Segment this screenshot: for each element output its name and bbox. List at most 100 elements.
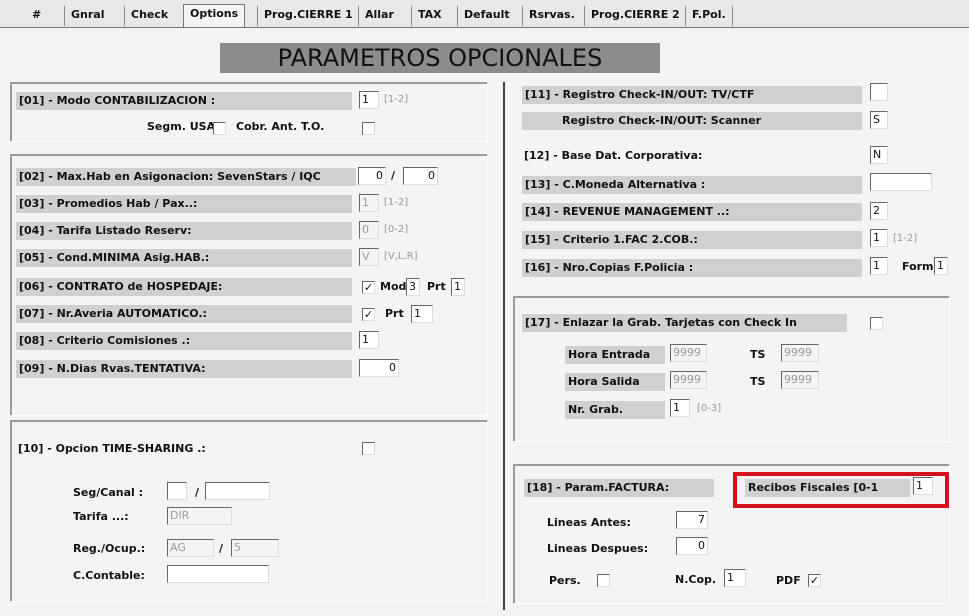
p06-label: [06] - CONTRATO de HOSPEDAJE: [16,278,352,296]
ts2-label: TS [750,375,766,388]
p10-checkbox[interactable] [362,442,375,455]
tab-prog-cierre-1[interactable]: Prog.CIERRE 1 [257,6,359,26]
p17-checkbox[interactable] [870,317,883,330]
ts1-input[interactable]: 9999 [781,344,819,362]
scanner-label: Registro Check-IN/OUT: Scanner [522,112,862,130]
p06-mod-label: Mod [380,280,407,293]
p01-hint: [1-2] [384,94,409,105]
p07-prt-input[interactable]: 1 [411,305,433,323]
ncop-input[interactable]: 1 [724,569,746,587]
p03-hint: [1-2] [384,197,409,208]
p02-separator: / [391,169,396,182]
ccontable-input[interactable] [167,565,269,583]
p13-input[interactable] [870,173,932,191]
ncop-label: N.Cop. [675,573,717,586]
p01-label: [01] - Modo CONTABILIZACION : [16,92,352,110]
p05-label: [05] - Cond.MINIMA Asig.HAB.: [16,249,352,267]
lineas-despues-input[interactable]: 0 [676,537,708,555]
p03-input[interactable]: 1 [359,194,379,212]
segcanal-separator: / [195,486,200,499]
pers-label: Pers. [549,574,581,587]
hora-salida-input[interactable]: 9999 [670,371,707,389]
tarifa-input[interactable]: DIR [167,507,232,525]
p06-mod-input[interactable]: 3 [406,278,420,296]
tab-fpol[interactable]: F.Pol. [685,6,733,26]
highlight-box [733,472,949,508]
p15-hint: [1-2] [893,233,918,244]
page-title: PARAMETROS OPCIONALES [220,43,660,73]
p05-input[interactable]: V [359,248,379,266]
p14-label: [14] - REVENUE MANAGEMENT ..: [522,203,862,221]
hora-entrada-label: Hora Entrada [565,346,665,364]
nrgrab-label: Nr. Grab. [565,401,665,419]
p14-input[interactable]: 2 [870,202,888,220]
hora-entrada-input[interactable]: 9999 [670,344,707,362]
p16-form-input[interactable]: 1 [934,257,948,275]
scanner-input[interactable]: S [870,111,888,129]
hora-salida-label: Hora Salida [565,373,665,391]
lineas-antes-input[interactable]: 7 [676,511,708,529]
p16-label: [16] - Nro.Copias F.Policia : [522,259,862,277]
tab-options[interactable]: Options [183,4,246,28]
p16-form-label: Form [902,260,934,273]
p07-checkbox[interactable]: ✓ [362,308,375,321]
p13-label: [13] - C.Moneda Alternativa : [522,176,862,194]
p15-input[interactable]: 1 [870,229,888,247]
p09-label: [09] - N.Dias Rvas.TENTATIVA: [16,360,352,378]
lineas-despues-label: Lineas Despues: [547,542,649,555]
tab-prog-cierre-2[interactable]: Prog.CIERRE 2 [584,6,686,26]
p02-input-2[interactable]: 0 [403,167,438,185]
segcanal-input-2[interactable] [205,482,270,500]
p07-label: [07] - Nr.Averia AUTOMATICO.: [16,305,352,323]
ts2-input[interactable]: 9999 [781,371,819,389]
lineas-antes-label: Lineas Antes: [547,516,631,529]
p01-input[interactable]: 1 [359,91,379,109]
p05-hint: [V,L,R] [384,251,418,262]
p12-label: [12] - Base Dat. Corporativa: [524,149,703,162]
nrgrab-input[interactable]: 1 [670,399,690,417]
p06-prt-input[interactable]: 1 [451,278,465,296]
p04-input[interactable]: 0 [359,221,379,239]
pers-checkbox[interactable] [597,574,610,587]
p04-label: [04] - Tarifa Listado Reserv: [16,222,352,240]
pdf-checkbox[interactable]: ✓ [808,574,821,587]
segcanal-label: Seg/Canal : [73,486,144,499]
p15-label: [15] - Criterio 1.FAC 2.COB.: [522,231,862,249]
tab-check[interactable]: Check [124,6,174,26]
regocup-input-2[interactable]: 5 [231,539,279,557]
tab-bar: # Gnral Check Options Prog.CIERRE 1 Alla… [0,0,969,28]
regocup-label: Reg./Ocup.: [73,542,146,555]
p16-input[interactable]: 1 [870,257,888,275]
cobr-ant-label: Cobr. Ant. T.O. [236,120,325,133]
p06-checkbox[interactable]: ✓ [362,281,375,294]
p04-hint: [0-2] [384,224,409,235]
tab-tax[interactable]: TAX [411,6,448,26]
segm-usa-label: Segm. USA [147,120,216,133]
p11-input[interactable] [870,83,888,101]
tarifa-label: Tarifa ...: [73,510,129,523]
tab-default[interactable]: Default [457,6,516,26]
tab-hash[interactable]: # [26,6,47,26]
p11-label: [11] - Registro Check-IN/OUT: TV/CTF [522,86,862,104]
segcanal-input-1[interactable] [167,482,187,500]
p07-prt-label: Prt [385,307,404,320]
p09-input[interactable]: 0 [359,359,399,377]
p18-label: [18] - Param.FACTURA: [524,479,714,497]
p10-label: [10] - Opcion TIME-SHARING .: [18,442,206,455]
segm-usa-checkbox[interactable] [213,122,226,135]
p02-input-1[interactable]: 0 [358,167,386,185]
column-divider [503,82,505,610]
p03-label: [03] - Promedios Hab / Pax..: [16,195,352,213]
cobr-ant-checkbox[interactable] [362,122,375,135]
p12-input[interactable]: N [870,146,888,164]
p06-prt-label: Prt [427,280,446,293]
ccontable-label: C.Contable: [73,569,145,582]
regocup-input-1[interactable]: AG [167,539,214,557]
tab-rsrvas[interactable]: Rsrvas. [522,6,581,26]
nrgrab-hint: [0-3] [697,403,722,414]
p08-input[interactable]: 1 [359,331,379,349]
tab-allar[interactable]: Allar [358,6,400,26]
pdf-label: PDF [776,574,801,587]
tab-gnral[interactable]: Gnral [64,6,110,26]
p17-label: [17] - Enlazar la Grab. Tarjetas con Che… [522,314,847,332]
